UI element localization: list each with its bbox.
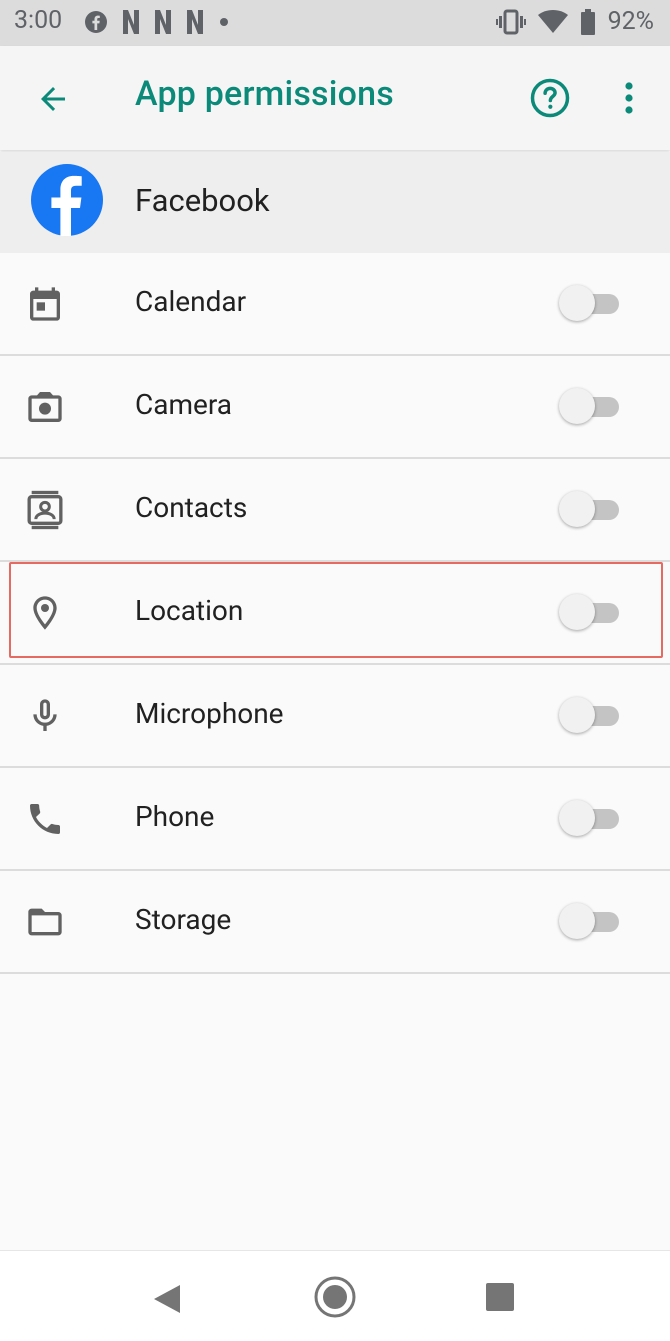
location-toggle[interactable] bbox=[559, 592, 621, 632]
contacts-toggle[interactable] bbox=[559, 489, 621, 529]
app-name: Facebook bbox=[135, 182, 270, 219]
netflix-icon bbox=[155, 10, 171, 34]
battery-icon bbox=[580, 8, 595, 35]
permission-row-calendar[interactable]: Calendar bbox=[0, 253, 670, 356]
phone-toggle[interactable] bbox=[559, 798, 621, 838]
notification-icons bbox=[84, 9, 230, 35]
location-icon bbox=[24, 592, 66, 634]
permission-row-camera[interactable]: Camera bbox=[0, 356, 670, 459]
arrow-back-icon bbox=[41, 87, 65, 111]
calendar-toggle[interactable] bbox=[559, 283, 621, 323]
permission-label: Camera bbox=[135, 388, 233, 421]
facebook-logo-icon bbox=[31, 164, 103, 236]
permission-label: Microphone bbox=[135, 697, 284, 730]
permission-label: Calendar bbox=[135, 285, 247, 318]
permission-row-storage[interactable]: Storage bbox=[0, 871, 670, 974]
permission-label: Contacts bbox=[135, 491, 248, 524]
status-time: 3:00 bbox=[14, 6, 63, 35]
contacts-icon bbox=[24, 489, 66, 531]
storage-toggle[interactable] bbox=[559, 901, 621, 941]
permissions-list: Calendar Camera Contacts Location Microp… bbox=[0, 253, 670, 974]
microphone-toggle[interactable] bbox=[559, 695, 621, 735]
phone-icon bbox=[24, 798, 66, 840]
microphone-icon bbox=[24, 695, 66, 737]
permission-row-microphone[interactable]: Microphone bbox=[0, 665, 670, 768]
permission-label: Storage bbox=[135, 903, 232, 936]
status-bar: 3:00 92% bbox=[0, 0, 670, 46]
folder-icon bbox=[24, 901, 66, 943]
more-options-button[interactable] bbox=[612, 76, 646, 120]
dot-icon bbox=[220, 18, 228, 26]
app-header: Facebook bbox=[0, 152, 670, 253]
vibrate-icon bbox=[495, 9, 526, 34]
wifi-icon bbox=[537, 9, 568, 33]
netflix-icon bbox=[187, 10, 203, 34]
back-button[interactable] bbox=[30, 76, 76, 122]
netflix-icon bbox=[123, 10, 139, 34]
page-title: App permissions bbox=[135, 74, 394, 114]
permission-row-contacts[interactable]: Contacts bbox=[0, 459, 670, 562]
permission-row-location[interactable]: Location bbox=[0, 562, 670, 665]
battery-percent: 92% bbox=[607, 7, 654, 36]
permission-label: Phone bbox=[135, 800, 215, 833]
facebook-icon bbox=[85, 11, 107, 33]
home-circle-icon[interactable] bbox=[313, 1275, 357, 1319]
back-triangle-icon[interactable] bbox=[146, 1279, 186, 1319]
camera-icon bbox=[24, 386, 66, 428]
camera-toggle[interactable] bbox=[559, 386, 621, 426]
help-button[interactable] bbox=[528, 76, 572, 120]
calendar-icon bbox=[24, 283, 66, 325]
navigation-bar bbox=[0, 1250, 670, 1341]
app-bar: App permissions bbox=[0, 46, 670, 150]
permission-label: Location bbox=[135, 594, 244, 627]
system-icons: 92% bbox=[495, 7, 654, 36]
help-icon bbox=[530, 78, 570, 118]
recents-square-icon[interactable] bbox=[484, 1281, 516, 1313]
permission-row-phone[interactable]: Phone bbox=[0, 768, 670, 871]
more-vert-icon bbox=[625, 82, 633, 114]
